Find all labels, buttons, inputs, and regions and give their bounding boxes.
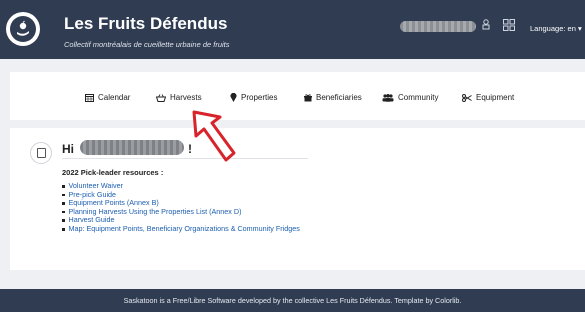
dashboard-card: Hi ! 2022 Pick-leader resources : Volunt… xyxy=(10,128,585,270)
avatar xyxy=(30,142,52,164)
language-label: Language: en xyxy=(530,24,576,33)
site-title[interactable]: Les Fruits Défendus xyxy=(64,14,227,34)
redacted-name xyxy=(80,140,184,155)
basket-icon xyxy=(156,93,166,102)
nav-label: Community xyxy=(398,93,439,102)
user-icon[interactable] xyxy=(482,19,490,33)
resources-list: Volunteer Waiver Pre-pick Guide Equipmen… xyxy=(62,181,300,234)
gift-icon xyxy=(304,93,312,102)
nav-label: Equipment xyxy=(476,93,515,102)
nav-label: Properties xyxy=(241,93,278,102)
main-nav: Calendar Harvests Properties Beneficiari… xyxy=(10,72,585,120)
profile-icon xyxy=(36,148,46,158)
top-header: Les Fruits Défendus Collectif montréalai… xyxy=(0,0,585,59)
greeting-divider xyxy=(62,158,308,159)
nav-label: Beneficiaries xyxy=(316,93,362,102)
footer: Saskatoon is a Free/Libre Software devel… xyxy=(0,289,585,312)
users-icon xyxy=(382,93,394,102)
caret-down-icon: ▾ xyxy=(577,24,582,33)
calendar-icon xyxy=(85,93,94,102)
nav-item-harvests[interactable]: Harvests xyxy=(156,93,202,102)
grid-menu-icon[interactable] xyxy=(503,19,515,34)
fruit-hand-logo-icon xyxy=(10,16,36,42)
nav-item-equipment[interactable]: Equipment xyxy=(462,93,514,102)
site-subtitle: Collectif montréalais de cueillette urba… xyxy=(64,40,230,49)
resource-link[interactable]: Map: Equipment Points, Beneficiary Organ… xyxy=(69,224,300,234)
nav-label: Harvests xyxy=(170,93,202,102)
greeting-prefix: Hi xyxy=(62,142,74,156)
logo[interactable] xyxy=(6,12,40,46)
nav-item-properties[interactable]: Properties xyxy=(230,93,277,102)
nav-label: Calendar xyxy=(98,93,131,102)
list-item: Map: Equipment Points, Beneficiary Organ… xyxy=(62,224,300,234)
annotation-arrow xyxy=(192,110,236,162)
nav-item-community[interactable]: Community xyxy=(382,93,438,102)
redacted-username xyxy=(400,21,476,32)
language-selector[interactable]: Language: en ▾ xyxy=(530,24,582,33)
scissors-icon xyxy=(462,93,472,102)
nav-item-beneficiaries[interactable]: Beneficiaries xyxy=(304,93,362,102)
map-pin-icon xyxy=(230,93,237,102)
nav-item-calendar[interactable]: Calendar xyxy=(85,93,130,102)
footer-text: Saskatoon is a Free/Libre Software devel… xyxy=(123,296,462,305)
resources-heading: 2022 Pick-leader resources : xyxy=(62,168,164,177)
